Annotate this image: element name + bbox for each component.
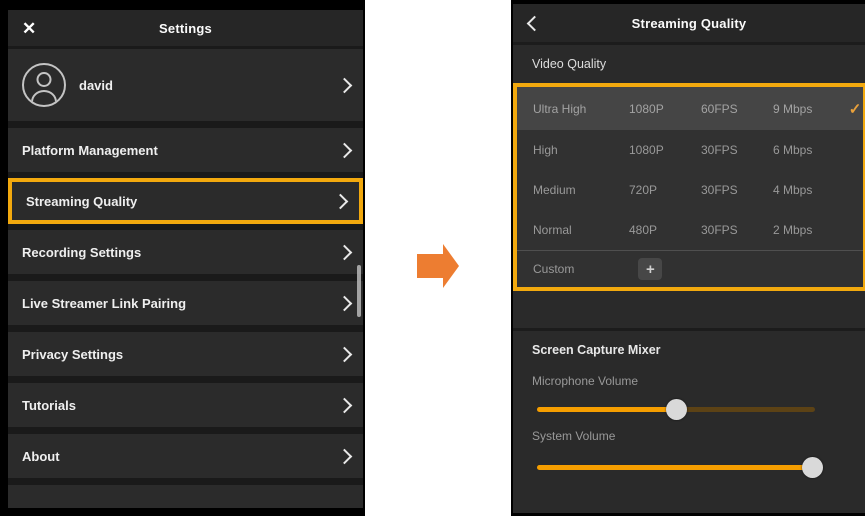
quality-name: High [533,143,629,157]
quality-row-ultra-high[interactable]: Ultra High 1080P 60FPS 9 Mbps ✓ [517,87,863,130]
page-title: Streaming Quality [513,16,865,31]
slider-thumb[interactable] [802,457,823,478]
menu-item-label: Streaming Quality [26,194,335,209]
system-volume-label: System Volume [532,429,846,443]
menu-item-label: About [22,449,339,464]
quality-fps: 60FPS [701,102,773,116]
mixer-title: Screen Capture Mixer [532,343,846,357]
transition-arrow-icon [417,254,444,278]
custom-label: Custom [533,262,574,276]
streaming-quality-screen: Streaming Quality Video Quality Ultra Hi… [513,4,865,513]
menu-item-label: Recording Settings [22,245,339,260]
video-quality-section-label: Video Quality [513,45,865,83]
slider-fill [537,465,812,470]
menu-item-label: Live Streamer Link Pairing [22,296,339,311]
quality-name: Medium [533,183,629,197]
microphone-volume-slider[interactable] [537,407,815,412]
menu-item-live-streamer-link-pairing[interactable]: Live Streamer Link Pairing [8,281,363,325]
quality-name: Normal [533,223,629,237]
menu-item-label: Tutorials [22,398,339,413]
plus-icon: + [646,262,655,277]
screen-capture-mixer-section: Screen Capture Mixer Microphone Volume S… [513,331,865,470]
streaming-quality-phone-frame: Streaming Quality Video Quality Ultra Hi… [511,0,865,516]
microphone-volume-label: Microphone Volume [532,374,846,388]
chevron-right-icon [337,295,353,311]
section-spacer [513,291,865,328]
chevron-right-icon [337,77,353,93]
settings-header: ✕ Settings [8,10,363,46]
profile-username: david [79,78,339,93]
quality-table: Ultra High 1080P 60FPS 9 Mbps ✓ High 108… [513,83,865,291]
profile-row[interactable]: david [8,49,363,121]
quality-row-medium[interactable]: Medium 720P 30FPS 4 Mbps [517,170,863,210]
quality-bitrate: 9 Mbps [773,102,851,116]
menu-item-recording-settings[interactable]: Recording Settings [8,230,363,274]
quality-resolution: 1080P [629,143,701,157]
menu-item-platform-management[interactable]: Platform Management [8,128,363,172]
quality-bitrate: 6 Mbps [773,143,851,157]
menu-item-label: Platform Management [22,143,339,158]
close-icon[interactable]: ✕ [22,20,36,37]
system-volume-slider[interactable] [537,465,815,470]
menu-item-label: Privacy Settings [22,347,339,362]
quality-fps: 30FPS [701,183,773,197]
add-custom-quality-button[interactable]: + [638,258,662,280]
slider-fill [537,407,676,412]
settings-screen: ✕ Settings david Platform Management Str… [8,10,363,508]
selected-check-icon: ✓ [849,100,862,118]
empty-list-row [8,485,363,508]
quality-row-custom: Custom + [517,251,863,287]
menu-item-privacy-settings[interactable]: Privacy Settings [8,332,363,376]
transition-arrow-icon [443,244,459,288]
quality-bitrate: 4 Mbps [773,183,851,197]
menu-item-streaming-quality[interactable]: Streaming Quality [8,178,363,224]
menu-item-about[interactable]: About [8,434,363,478]
quality-bitrate: 2 Mbps [773,223,851,237]
chevron-right-icon [337,142,353,158]
chevron-right-icon [337,244,353,260]
menu-item-tutorials[interactable]: Tutorials [8,383,363,427]
quality-resolution: 720P [629,183,701,197]
page-title: Settings [8,21,363,36]
quality-resolution: 480P [629,223,701,237]
screenshot-canvas: ✕ Settings david Platform Management Str… [0,0,865,516]
user-avatar-icon [22,63,66,107]
chevron-right-icon [337,397,353,413]
chevron-right-icon [337,448,353,464]
streaming-quality-header: Streaming Quality [513,4,865,42]
settings-phone-frame: ✕ Settings david Platform Management Str… [0,0,365,516]
chevron-right-icon [337,346,353,362]
chevron-right-icon [333,193,349,209]
quality-fps: 30FPS [701,223,773,237]
slider-thumb[interactable] [666,399,687,420]
quality-row-normal[interactable]: Normal 480P 30FPS 2 Mbps [517,210,863,250]
quality-fps: 30FPS [701,143,773,157]
quality-name: Ultra High [533,102,629,116]
quality-row-high[interactable]: High 1080P 30FPS 6 Mbps [517,130,863,170]
quality-resolution: 1080P [629,102,701,116]
scrollbar-thumb[interactable] [357,265,361,317]
